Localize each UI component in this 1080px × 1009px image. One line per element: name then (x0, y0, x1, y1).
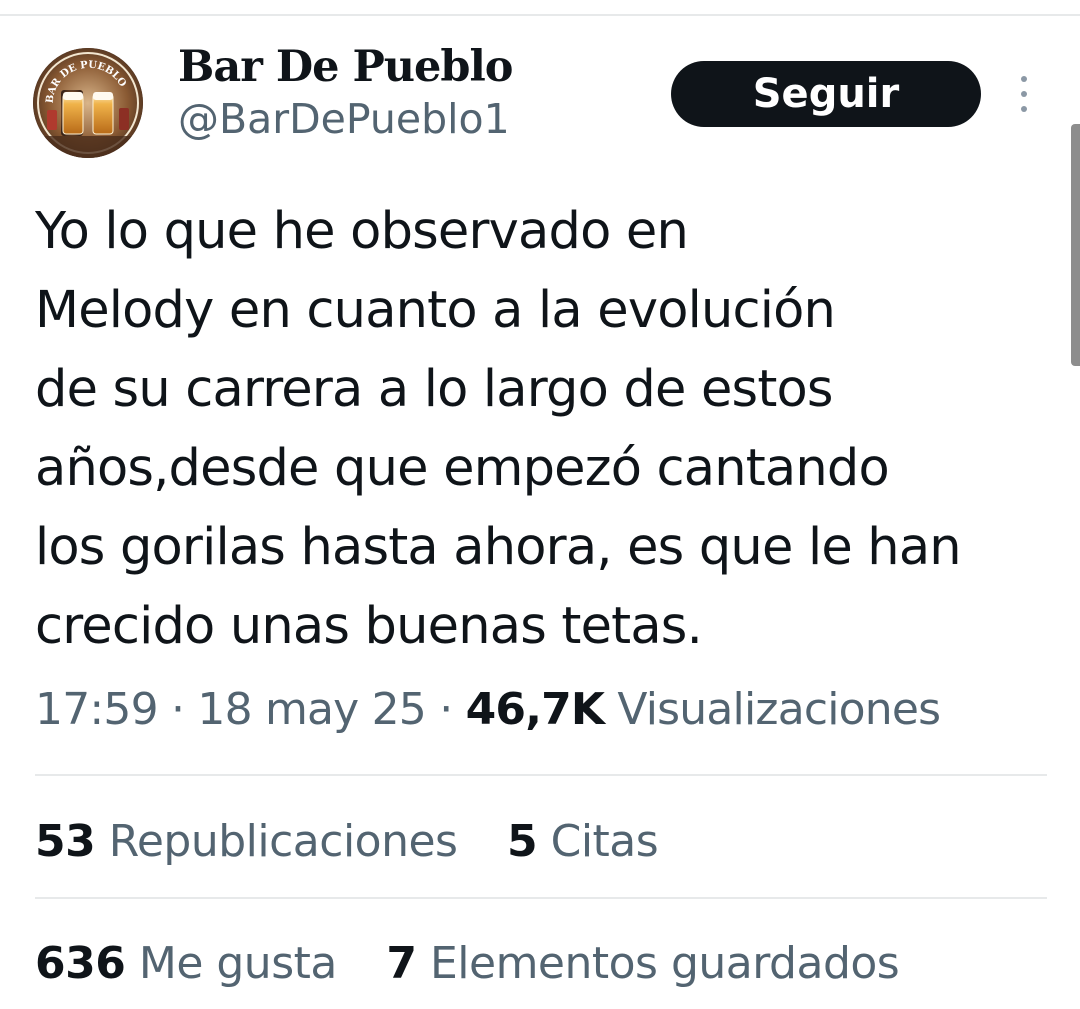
reposts-stat[interactable]: 53 Republicaciones (35, 812, 458, 872)
tweet-line: crecido unas buenas tetas. (35, 597, 703, 656)
quotes-label: Citas (550, 816, 659, 867)
likes-count: 636 (35, 938, 126, 989)
tweet-line: Yo lo que he observado en (35, 202, 689, 261)
scrollbar[interactable] (1071, 124, 1080, 366)
tweet-time[interactable]: 17:59 (35, 684, 159, 735)
reposts-label: Republicaciones (108, 816, 458, 867)
tweet-line: Melody en cuanto a la evolución (35, 281, 836, 340)
quotes-stat[interactable]: 5 Citas (506, 812, 659, 872)
reposts-count: 53 (35, 816, 96, 867)
views-label: Visualizaciones (617, 684, 941, 735)
top-divider (0, 14, 1080, 16)
display-name[interactable]: Bar De Pueblo (178, 40, 513, 94)
tweet-line: de su carrera a lo largo de estos (35, 360, 834, 419)
stats-row-reposts: 53 Republicaciones 5 Citas (35, 812, 659, 872)
avatar-image: BAR DE PUEBLO (33, 48, 143, 158)
divider (35, 897, 1047, 899)
meta-separator: · (439, 684, 453, 735)
likes-label: Me gusta (138, 938, 337, 989)
quotes-count: 5 (506, 816, 538, 867)
avatar[interactable]: BAR DE PUEBLO (33, 48, 143, 158)
tweet-date[interactable]: 18 may 25 (197, 684, 426, 735)
likes-stat[interactable]: 636 Me gusta (35, 934, 337, 994)
tweet-text: Yo lo que he observado en Melody en cuan… (35, 192, 1065, 666)
views-count: 46,7K (465, 684, 605, 735)
divider (35, 774, 1047, 776)
follow-button[interactable]: Seguir (671, 61, 981, 127)
tweet-line: los gorilas hasta ahora, es que le han (35, 518, 962, 577)
user-handle[interactable]: @BarDePueblo1 (178, 94, 513, 144)
author-block[interactable]: Bar De Pueblo @BarDePueblo1 (178, 40, 513, 144)
stats-row-likes: 636 Me gusta 7 Elementos guardados (35, 934, 900, 994)
bookmarks-stat[interactable]: 7 Elementos guardados (386, 934, 899, 994)
meta-separator: · (171, 684, 185, 735)
bookmarks-label: Elementos guardados (429, 938, 900, 989)
tweet-meta: 17:59 · 18 may 25 · 46,7K Visualizacione… (35, 680, 941, 740)
bookmarks-count: 7 (386, 938, 417, 989)
more-vertical-icon[interactable] (1016, 76, 1032, 112)
tweet-line: años,desde que empezó cantando (35, 439, 890, 498)
